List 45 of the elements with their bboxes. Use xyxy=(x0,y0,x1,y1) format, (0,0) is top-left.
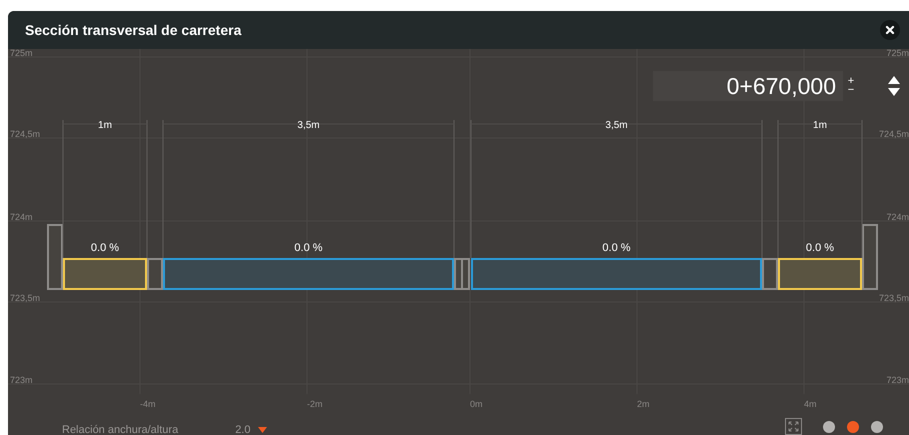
station-field[interactable]: 0+670,000 xyxy=(653,71,843,101)
caret-icon xyxy=(258,427,268,434)
axis-label: 723m xyxy=(10,376,33,385)
window-title: Sección transversal de carretera xyxy=(25,20,242,40)
grade-label: 0.0 % xyxy=(602,243,631,254)
axis-label: 724m xyxy=(886,213,909,222)
ratio-label: Relación anchura/altura xyxy=(62,423,178,435)
close-button[interactable] xyxy=(880,20,900,40)
axis-label: 2m xyxy=(637,400,650,409)
grade-label: 0.0 % xyxy=(806,243,834,254)
axis-label: 0m xyxy=(470,400,483,409)
axis-label: 723,5m xyxy=(878,294,909,303)
axis-label: 724,5m xyxy=(878,130,909,139)
minus-sign[interactable]: − xyxy=(848,86,854,95)
axis-label: 725m xyxy=(886,49,909,58)
curb-drawing[interactable] xyxy=(47,224,63,290)
curb-drawing[interactable] xyxy=(862,224,878,290)
increment-control[interactable]: + − xyxy=(845,77,857,95)
width-label: 3,5m xyxy=(605,121,628,131)
axis-label: 725m xyxy=(10,49,33,58)
close-icon xyxy=(885,25,895,35)
shoulder-drawing[interactable] xyxy=(63,258,147,290)
axis-label: 724m xyxy=(10,213,33,222)
axis-label: 723,5m xyxy=(10,294,40,303)
gutter-drawing[interactable] xyxy=(762,258,778,290)
width-label: 1m xyxy=(98,121,112,131)
grade-label: 0.0 % xyxy=(90,243,120,254)
axis-label: -4m xyxy=(140,400,156,409)
gutter-drawing[interactable] xyxy=(454,258,470,290)
axis-label: 724,5m xyxy=(10,130,40,139)
axis-label: -2m xyxy=(307,400,322,409)
axis-label: 723m xyxy=(886,376,909,385)
axis-label: 4m xyxy=(804,400,817,409)
ratio-dropdown[interactable]: 2.0 xyxy=(235,422,268,435)
grade-label: 0.0 % xyxy=(294,243,323,254)
width-label: 1m xyxy=(813,121,827,131)
lane-drawing[interactable] xyxy=(471,258,762,290)
lane-drawing[interactable] xyxy=(163,258,454,290)
sort-arrows-icon[interactable] xyxy=(887,75,901,97)
gutter-drawing[interactable] xyxy=(147,258,163,290)
width-label: 3,5m xyxy=(297,121,320,131)
shoulder-drawing[interactable] xyxy=(778,258,862,290)
plus-sign[interactable]: + xyxy=(848,77,854,86)
fit-view-button[interactable] xyxy=(785,418,802,435)
expand-icon xyxy=(788,421,799,432)
